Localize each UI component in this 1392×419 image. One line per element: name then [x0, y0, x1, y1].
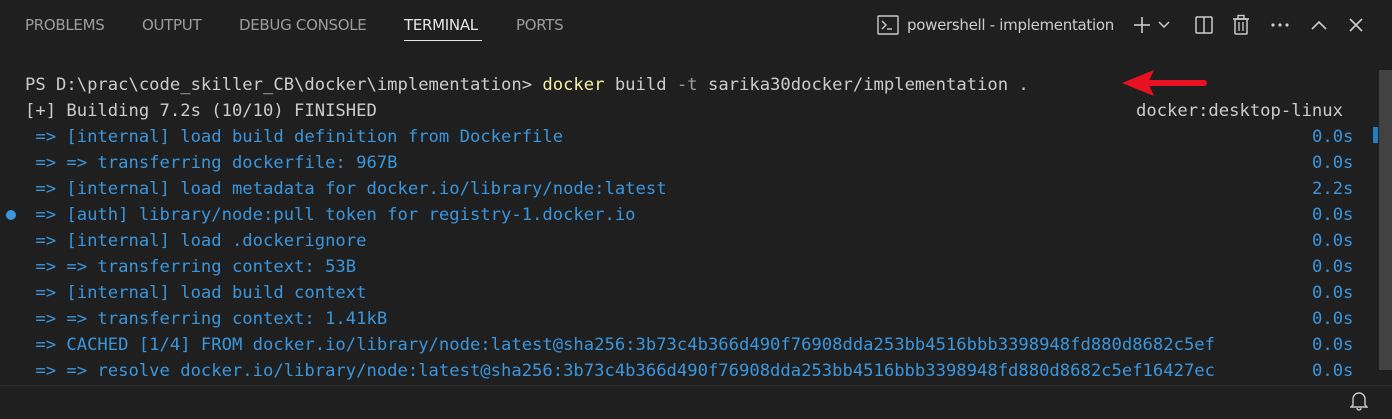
step-text: => [internal] load build context [25, 283, 367, 303]
terminal-icon [877, 15, 899, 35]
terminal-output[interactable]: PS D:\prac\code_skiller_CB\docker\implem… [0, 70, 1378, 382]
active-tab-indicator [404, 40, 482, 41]
step-time: 2.2s [1312, 179, 1354, 199]
tab-problems[interactable]: PROBLEMS [25, 16, 105, 34]
tab-terminal[interactable]: TERMINAL [404, 16, 478, 34]
build-step: => => transferring dockerfile: 967B 0.0s [25, 150, 1365, 176]
command-flag: -t [676, 75, 698, 95]
panel-tab-bar: PROBLEMS OUTPUT DEBUG CONSOLE TERMINAL P… [0, 0, 1392, 50]
tab-debug-console[interactable]: DEBUG CONSOLE [239, 16, 367, 34]
command-line: PS D:\prac\code_skiller_CB\docker\implem… [25, 72, 1029, 98]
build-step: => [internal] load metadata for docker.i… [25, 176, 1365, 202]
step-text: => => transferring dockerfile: 967B [25, 153, 398, 173]
build-step: => [internal] load build definition from… [25, 124, 1365, 150]
status-bar [0, 385, 1392, 419]
arrow-annotation [1122, 70, 1207, 96]
command-name: docker [542, 75, 605, 95]
split-icon[interactable] [1192, 13, 1216, 37]
more-icon[interactable] [1268, 13, 1292, 37]
step-time: 0.0s [1312, 335, 1354, 355]
build-step: => [auth] library/node:pull token for re… [25, 202, 1365, 228]
plus-icon[interactable] [1130, 13, 1154, 37]
tab-output[interactable]: OUTPUT [142, 16, 202, 34]
terminal-selector[interactable]: powershell - implementation [877, 13, 1114, 37]
prompt: PS D:\prac\code_skiller_CB\docker\implem… [25, 75, 543, 95]
bell-icon[interactable] [1349, 391, 1369, 415]
chevron-down-icon[interactable] [1156, 13, 1172, 37]
scrollbar-marker [1373, 127, 1378, 143]
trash-icon[interactable] [1229, 13, 1253, 37]
step-text: => => transferring context: 1.41kB [25, 309, 388, 329]
chevron-up-icon[interactable] [1307, 13, 1331, 37]
command-args: build [604, 75, 677, 95]
step-time: 0.0s [1312, 153, 1354, 173]
build-status: [+] Building 7.2s (10/10) FINISHED [25, 101, 377, 121]
terminal-name: powershell - implementation [907, 16, 1114, 34]
step-text: => [internal] load .dockerignore [25, 231, 367, 251]
step-text: => CACHED [1/4] FROM docker.io/library/n… [25, 335, 1215, 355]
build-step: => [internal] load build context 0.0s [25, 280, 1365, 306]
step-time: 0.0s [1312, 283, 1354, 303]
step-text: => => transferring context: 53B [25, 257, 357, 277]
build-step: => => resolve docker.io/library/node:lat… [25, 358, 1365, 384]
step-time: 0.0s [1312, 205, 1354, 225]
build-step: => => transferring context: 53B 0.0s [25, 254, 1365, 280]
step-time: 0.0s [1312, 257, 1354, 277]
step-time: 0.0s [1312, 127, 1354, 147]
build-step: => => transferring context: 1.41kB 0.0s [25, 306, 1365, 332]
tab-ports[interactable]: PORTS [516, 16, 564, 34]
step-time: 0.0s [1312, 231, 1354, 251]
step-text: => [internal] load metadata for docker.i… [25, 179, 667, 199]
step-text: => [internal] load build definition from… [25, 127, 564, 147]
step-time: 0.0s [1312, 309, 1354, 329]
step-text: => [auth] library/node:pull token for re… [25, 205, 636, 225]
step-time: 0.0s [1312, 361, 1354, 381]
command-decorator[interactable] [6, 210, 16, 220]
scrollbar-thumb[interactable] [1379, 70, 1392, 370]
close-icon[interactable] [1344, 13, 1368, 37]
build-step: => CACHED [1/4] FROM docker.io/library/n… [25, 332, 1365, 358]
build-step: => [internal] load .dockerignore 0.0s [25, 228, 1365, 254]
command-args-tail: sarika30docker/implementation . [697, 75, 1029, 95]
step-text: => => resolve docker.io/library/node:lat… [25, 361, 1215, 381]
